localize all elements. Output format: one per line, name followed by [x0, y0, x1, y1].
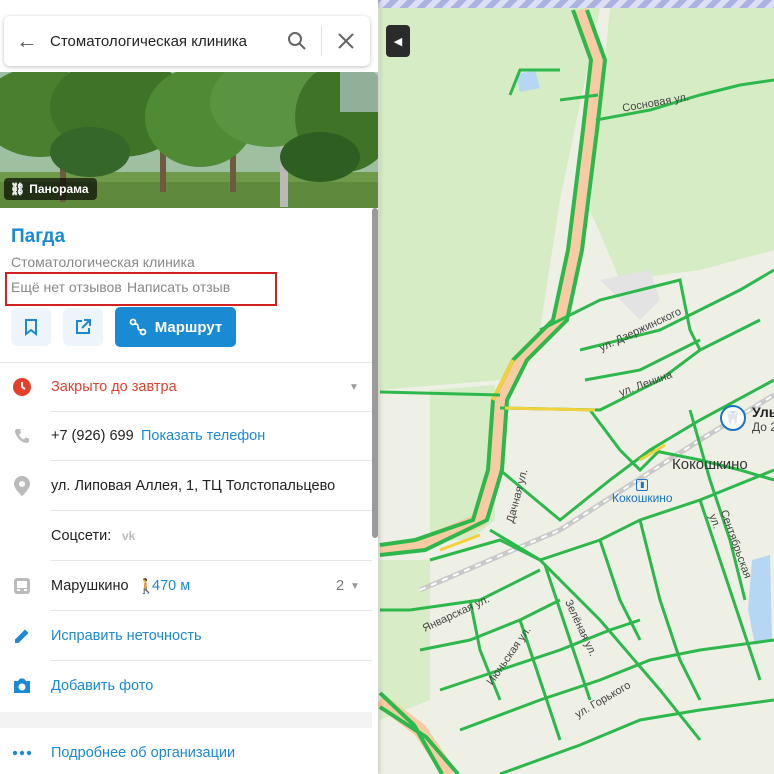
hours-row[interactable]: Закрыто до завтра ▼: [0, 363, 372, 411]
train-icon: ▮: [636, 479, 649, 491]
transport-count: 2: [336, 578, 345, 594]
divider: [51, 460, 372, 461]
edit-row[interactable]: Исправить неточность: [0, 612, 372, 660]
social-row: Соцсети: vk: [0, 512, 372, 560]
bookmark-button[interactable]: [11, 308, 51, 346]
station-marker[interactable]: ▮ Кокошкино: [612, 479, 673, 505]
locality-label: Кокошкино: [672, 456, 748, 473]
transport-station: Марушкино: [51, 578, 129, 594]
clock-icon: [11, 376, 33, 398]
divider: [51, 560, 372, 561]
search-icon[interactable]: [273, 16, 321, 66]
search-input[interactable]: Стоматологическая клиника: [50, 33, 273, 50]
org-name[interactable]: Пагда: [11, 226, 65, 248]
transport-distance: 470 м: [152, 578, 191, 594]
add-photo-label: Добавить фото: [51, 678, 154, 694]
share-button[interactable]: [63, 308, 103, 346]
divider: [51, 660, 372, 661]
poi-title: Уль: [752, 404, 774, 420]
show-phone-link[interactable]: Показать телефон: [141, 428, 265, 444]
bus-stop-icon: [11, 575, 33, 597]
panorama-icon: ⛓: [10, 182, 26, 196]
chevron-down-icon[interactable]: ▼: [350, 581, 360, 592]
divider: [51, 610, 372, 611]
station-label: Кокошкино: [612, 491, 673, 505]
transport-row[interactable]: Марушкино 🚶 470 м 2 ▼: [0, 562, 372, 610]
no-reviews-text: Ещё нет отзывов: [11, 279, 122, 295]
back-arrow-icon[interactable]: ←: [4, 28, 50, 54]
add-photo-row[interactable]: Добавить фото: [0, 662, 372, 710]
location-pin-icon: [11, 475, 33, 497]
route-label: Маршрут: [154, 318, 223, 336]
bookmark-icon: [25, 319, 37, 336]
social-label: Соцсети:: [51, 528, 112, 544]
route-button[interactable]: Маршрут: [115, 307, 236, 347]
tooth-icon: 🦷: [720, 405, 746, 431]
section-gap: [0, 712, 372, 728]
more-info-row[interactable]: Подробнее об организации: [0, 729, 372, 774]
edit-label: Исправить неточность: [51, 628, 202, 644]
panorama-label: Панорама: [29, 182, 89, 196]
place-panel: ← Стоматологическая клиника ⛓ Панорама П…: [0, 0, 378, 774]
pencil-icon: [11, 625, 33, 647]
triangle-left-icon: ◀: [393, 35, 403, 48]
route-icon: [129, 318, 147, 336]
phone-number: +7 (926) 699: [51, 428, 134, 444]
phone-row: +7 (926) 699 Показать телефон: [0, 412, 372, 460]
chevron-down-icon[interactable]: ▼: [349, 382, 359, 393]
write-review-link[interactable]: Написать отзыв: [127, 279, 230, 295]
poi-marker[interactable]: 🦷 Уль До 2: [720, 405, 774, 435]
address-row: ул. Липовая Аллея, 1, ТЦ Толстопальцево: [0, 462, 372, 510]
search-bar[interactable]: ← Стоматологическая клиника: [4, 16, 370, 66]
scrollbar[interactable]: [372, 208, 378, 538]
more-info-label: Подробнее об организации: [51, 745, 236, 761]
poi-subtitle: До 2: [752, 420, 774, 434]
org-category: Стоматологическая клиника: [11, 254, 195, 270]
collapse-panel-button[interactable]: ◀: [386, 25, 410, 57]
address-text: ул. Липовая Аллея, 1, ТЦ Толстопальцево: [51, 478, 336, 494]
phone-icon: [11, 425, 33, 447]
vk-icon[interactable]: vk: [122, 529, 135, 543]
camera-icon: [11, 675, 33, 697]
more-dots-icon: [11, 742, 33, 764]
hours-status: Закрыто до завтра: [51, 379, 177, 395]
panorama-button[interactable]: ⛓ Панорама: [4, 178, 97, 200]
divider: [51, 510, 372, 511]
share-icon: [76, 319, 91, 334]
close-icon[interactable]: [322, 16, 370, 66]
